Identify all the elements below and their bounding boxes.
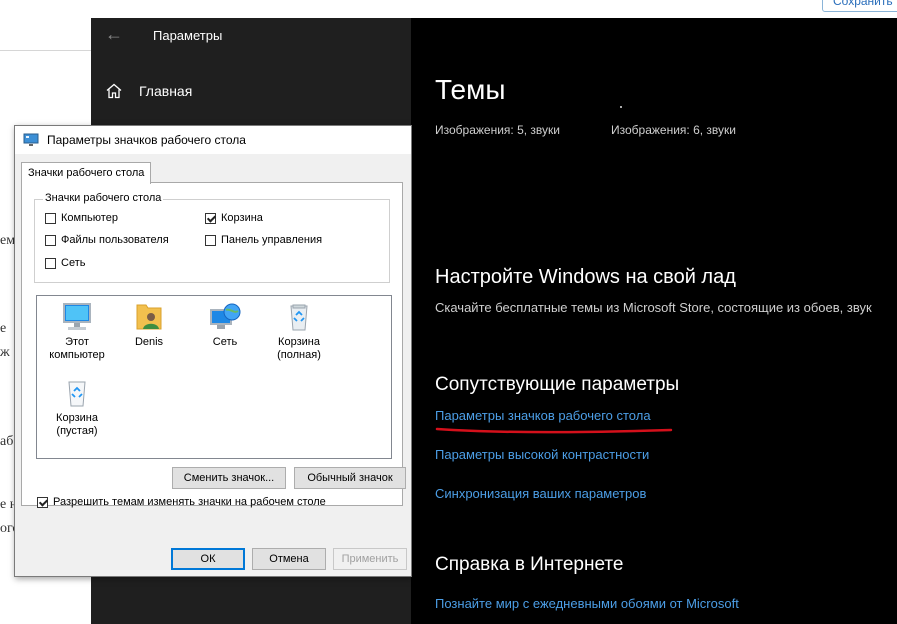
checkbox-allow-themes[interactable]: Разрешить темам изменять значки на рабоч… [37, 496, 326, 508]
icon-label: Корзина (пустая) [56, 412, 98, 437]
icon-label: Корзина (полная) [277, 336, 321, 361]
change-icon-button[interactable]: Сменить значок... [172, 467, 286, 489]
related-settings-heading: Сопутствующие параметры [435, 374, 680, 395]
back-arrow-icon[interactable]: ← [105, 24, 123, 45]
help-heading: Справка в Интернете [435, 554, 624, 575]
window-title: Параметры [153, 28, 223, 43]
home-icon [106, 83, 122, 99]
recycle-bin-empty-icon [68, 381, 86, 407]
checkbox-computer[interactable]: Компьютер [45, 212, 118, 224]
page-title: Темы [435, 74, 506, 105]
checkbox-label: Корзина [221, 212, 263, 224]
desktop-settings-icon [23, 133, 39, 146]
network-icon [210, 303, 241, 329]
user-folder-icon [136, 304, 162, 330]
checkbox-box[interactable] [45, 257, 56, 269]
list-item[interactable]: Denis [113, 302, 185, 349]
nav-home-label: Главная [139, 83, 193, 99]
desktop-icon-settings-dialog: Параметры значков рабочего стола Значки … [14, 125, 412, 577]
dialog-title: Параметры значков рабочего стола [47, 133, 246, 147]
checkbox-box[interactable] [45, 212, 56, 224]
icon-label: Denis [134, 336, 164, 348]
link-desktop-icon-settings[interactable]: Параметры значков рабочего стола [435, 408, 651, 423]
checkbox-control-panel[interactable]: Панель управления [205, 234, 322, 246]
checkbox-box[interactable] [205, 212, 216, 224]
divider [0, 50, 92, 51]
settings-main: Темы Изображения: 5, звуки Изображения: … [435, 18, 897, 624]
checkbox-label: Файлы пользователя [61, 234, 169, 246]
default-icon-button[interactable]: Обычный значок [294, 467, 406, 489]
theme-caption[interactable]: Изображения: 5, звуки [435, 123, 560, 137]
checkbox-network[interactable]: Сеть [45, 257, 85, 269]
decorative-dot [620, 106, 622, 108]
list-item[interactable]: Этот компьютер [41, 302, 113, 362]
checkbox-box[interactable] [205, 234, 216, 246]
cancel-button[interactable]: Отмена [252, 548, 326, 570]
checkbox-label: Сеть [61, 257, 86, 269]
checkbox-label: Разрешить темам изменять значки на рабоч… [53, 496, 326, 508]
text-fragment: е [0, 321, 7, 336]
tab-desktop-icons[interactable]: Значки рабочего стола [21, 162, 152, 184]
checkbox-label: Панель управления [221, 234, 323, 246]
list-item[interactable]: Корзина (полная) [263, 302, 335, 362]
text-fragment: аб [0, 434, 14, 449]
nav-item-home[interactable]: Главная [105, 82, 192, 100]
icon-label: Этот компьютер [49, 336, 105, 361]
computer-icon [63, 303, 91, 330]
link-sync-settings[interactable]: Синхронизация ваших параметров [435, 486, 646, 501]
checkbox-label: Компьютер [61, 212, 118, 224]
text-fragment: ем [0, 233, 16, 248]
customize-heading: Настройте Windows на свой лад [435, 266, 736, 288]
icon-list: Этот компьютер Denis Сеть Корзина (полна… [36, 295, 392, 459]
checkbox-user-files[interactable]: Файлы пользователя [45, 234, 169, 246]
link-daily-wallpapers[interactable]: Познайте мир с ежедневными обоями от Mic… [435, 596, 739, 611]
desktop-icons-group: Значки рабочего стола Компьютер Корзина … [34, 192, 390, 283]
checkbox-box[interactable] [45, 234, 56, 246]
checkbox-box[interactable] [37, 496, 48, 508]
save-button[interactable]: Сохранить [822, 0, 897, 12]
list-item[interactable]: Корзина (пустая) [41, 378, 113, 438]
dialog-titlebar[interactable]: Параметры значков рабочего стола [15, 126, 411, 154]
apply-button[interactable]: Применить [333, 548, 407, 570]
ok-button[interactable]: ОК [171, 548, 245, 570]
group-label: Значки рабочего стола [43, 192, 164, 204]
checkbox-recycle-bin[interactable]: Корзина [205, 212, 263, 224]
text-fragment: ж [0, 345, 10, 360]
recycle-bin-full-icon [290, 304, 308, 331]
icon-label: Сеть [212, 336, 238, 348]
tab-panel: Значки рабочего стола Компьютер Корзина … [21, 182, 406, 506]
theme-caption[interactable]: Изображения: 6, звуки [611, 123, 736, 137]
list-item[interactable]: Сеть [189, 302, 261, 349]
customize-description: Скачайте бесплатные темы из Microsoft St… [435, 300, 872, 315]
red-underline-annotation [435, 427, 673, 434]
link-high-contrast[interactable]: Параметры высокой контрастности [435, 447, 649, 462]
